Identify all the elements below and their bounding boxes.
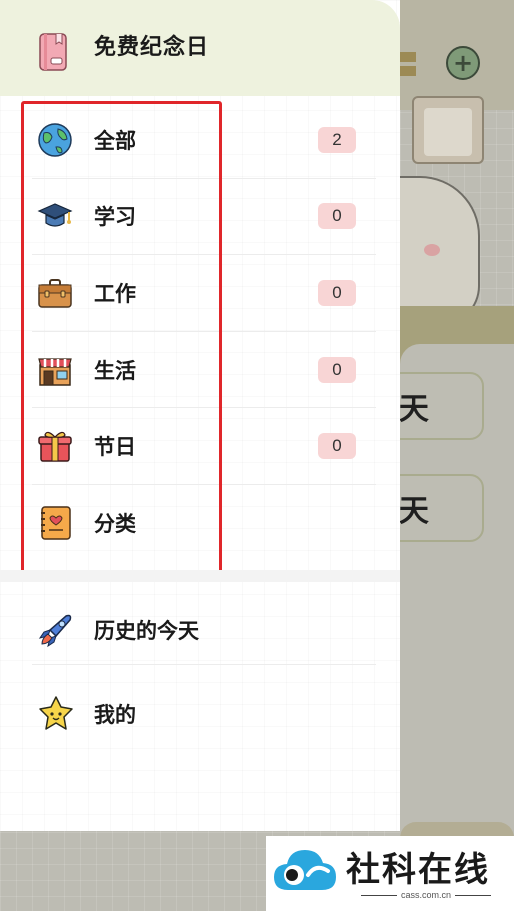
gift-icon [38,432,72,462]
clipboard-icon [412,96,484,164]
graduation-cap-icon [37,203,73,227]
add-button: + [446,46,480,80]
category-label: 学习 [94,205,136,230]
category-item-work[interactable]: 工作 0 [32,255,376,332]
cloud-logo-icon [274,850,336,890]
category-label: 全部 [94,128,136,153]
notebook-icon [39,33,67,71]
history-today-item[interactable]: 历史的今天 [32,595,376,665]
grid-icon [400,52,416,78]
count-badge: 2 [318,126,356,153]
count-badge: 0 [318,203,356,230]
category-item-manage[interactable]: 分类 [32,485,376,562]
category-item-life[interactable]: 生活 0 [32,332,376,409]
count-badge: 0 [318,356,356,383]
globe-icon [38,123,72,157]
bunny-illustration [400,176,480,326]
watermark-subtitle: cass.com.cn [346,890,506,900]
category-book-icon [41,506,71,541]
history-today-label: 历史的今天 [94,618,199,643]
watermark-title: 社科在线 [346,850,490,890]
section-divider [0,570,400,582]
category-label: 工作 [94,281,136,306]
category-item-holiday[interactable]: 节日 0 [32,408,376,485]
shop-icon [38,357,72,386]
app-title: 免费纪念日 [91,30,216,66]
category-list: 全部 2 学习 0 工作 0 生活 0 节日 0 分类 [0,102,400,562]
category-label: 分类 [94,512,136,537]
count-badge: 0 [318,279,356,306]
side-drawer: 免费纪念日 全部 2 学习 0 工作 0 生活 0 节日 0 分类 历史的今天 … [0,0,400,831]
rocket-icon [38,614,72,647]
mine-item[interactable]: 我的 [32,682,376,746]
category-label: 节日 [94,435,136,460]
mine-label: 我的 [94,703,136,727]
watermark: 社科在线 cass.com.cn [266,836,514,911]
briefcase-icon [38,278,72,308]
category-label: 生活 [94,358,136,383]
category-item-study[interactable]: 学习 0 [32,179,376,256]
category-item-all[interactable]: 全部 2 [32,102,376,179]
drawer-header: 免费纪念日 [0,0,400,96]
count-badge: 0 [318,433,356,460]
star-icon [39,696,73,730]
